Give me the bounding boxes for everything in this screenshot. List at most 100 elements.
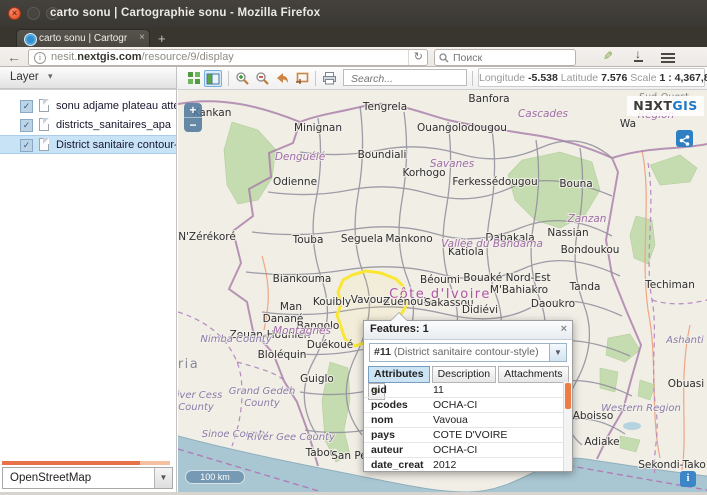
layer-checkbox[interactable]: ✓ [20,119,33,132]
quill-new-icon[interactable]: ✎ [598,49,618,65]
popup-close-icon[interactable]: × [561,323,567,335]
map-label: Bouaké Nord-Est [463,272,550,284]
new-tab-button[interactable]: + [158,32,166,45]
map-label: Seguela [341,233,383,245]
map-search-box[interactable] [343,69,467,86]
chevron-down-icon[interactable]: ▼ [549,344,566,361]
map-label: Duékoué [307,339,353,351]
map-zoom-out-button[interactable]: − [184,118,202,132]
browser-window: × carto sonu | Cartographie sonu - Mozil… [0,0,707,495]
menu-button[interactable] [658,49,678,67]
extent-rect-icon [295,71,310,85]
map-label: Korhogo [402,167,445,179]
map-label: Vallée du Bandama [441,238,543,250]
map-label: Ferkessédougou [452,176,537,188]
map-label: Man [280,301,302,313]
layers-scrollbar[interactable] [2,461,170,465]
browser-search-input[interactable] [451,50,565,65]
feature-selector[interactable]: #11 (District sanitaire contour-style) ▼ [369,343,567,362]
zoom-extent-button[interactable] [293,70,311,87]
map-zoom-control: + − [184,103,202,132]
attribution-info-button[interactable]: i [680,471,696,487]
zoom-out-icon [255,71,270,86]
site-info-icon[interactable]: i [34,52,46,64]
map-label: Zanzan [567,213,607,225]
map-zoom-in-button[interactable]: + [184,103,202,118]
popup-tabs: AttributesDescriptionAttachments✎ [368,366,572,383]
map-label: Biankouma [273,273,332,285]
map-label: Tanda [569,281,601,293]
dashboard-icon-button[interactable] [184,70,202,87]
downloads-button[interactable]: ↓ [628,49,648,65]
layer-checkbox[interactable]: ✓ [20,139,33,152]
nextgis-logo[interactable]: NƎXTGIS [627,96,704,116]
map-label: Bondoukou [561,244,620,256]
zoom-out-button[interactable] [253,70,271,87]
map-label: Béoumi [420,274,460,286]
map-label: Didiévi [462,304,498,316]
map-label: Montagnes [273,325,331,337]
print-button[interactable] [320,70,338,87]
layer-checkbox[interactable]: ✓ [20,100,33,113]
map-label: Tengrela [362,101,407,113]
layer-panel-title: Layer [10,71,39,83]
zoom-in-button[interactable] [233,70,251,87]
tab-bar: carto sonu | Cartograp × + [0,27,707,47]
map-label: Boundiali [358,149,407,161]
back-arrow-icon [275,71,290,85]
table-row: pcodesOCHA-CI [364,398,563,413]
window-close-button[interactable]: × [8,7,21,20]
map-label: Ouangolodougou [417,122,507,134]
toggle-panel-button[interactable] [204,70,222,87]
tab-close-icon[interactable]: × [139,32,145,43]
map-label: Guiglo [300,373,334,385]
layer-doc-icon [39,99,49,112]
table-row: auteurOCHA-CI [364,443,563,458]
window-minimize-button[interactable] [27,7,40,20]
table-row: date_creat2012 [364,458,563,471]
feature-popup: Features: 1 × #11 (District sanitaire co… [363,320,573,472]
url-text: nesit.nextgis.com/resource/9/display [51,50,234,65]
map-label: San Pé [331,450,367,462]
basemap-select[interactable]: OpenStreetMap ▼ [2,467,173,489]
table-row: nomVavoua [364,413,563,428]
reload-button[interactable]: ↻ [408,50,423,65]
map-label: Wa [620,118,636,130]
tab-attributes[interactable]: Attributes [368,366,430,383]
layer-item-selected[interactable]: ✓ District sanitaire contour-styl [0,135,176,154]
map-label: Sekondi-Tako [638,459,706,471]
attributes-table: gid11 pcodesOCHA-CI nomVavoua paysCOTE D… [364,383,563,471]
share-icon [679,135,690,146]
coordinates-readout: Longitude -5.538 Latitude 7.576 Scale 1 … [478,68,705,87]
back-button[interactable]: ← [7,49,21,65]
back-extent-button[interactable] [273,70,291,87]
green-dots-icon [187,71,200,84]
map-container: KankanTengrelaBanforaCascadesSud-OuestRe… [178,90,707,492]
browser-tab[interactable]: carto sonu | Cartograp × [16,29,150,47]
panel-icon [206,73,220,85]
layer-panel-header[interactable]: Layer ▾ [0,67,177,89]
printer-icon [322,71,337,85]
share-button[interactable] [676,130,693,147]
map-label: Western Region [601,403,681,414]
chevron-down-icon: ▼ [154,468,172,488]
map-label: Kouibly [313,296,351,308]
tab-title: carto sonu | Cartograp [39,33,127,44]
layer-item[interactable]: ✓ districts_sanitaires_apa [0,116,176,135]
map-label: Daoukro [531,298,575,310]
browser-search-box[interactable] [434,49,576,66]
tab-description[interactable]: Description [432,366,497,383]
map-label: Touba [292,234,324,246]
lagoon [623,422,641,430]
window-title: carto sonu | Cartographie sonu - Mozilla… [50,7,320,19]
popup-scrollbar-thumb[interactable] [565,383,571,409]
layer-panel: ✓ sonu adjame plateau attecou ✓ district… [0,90,177,492]
tab-attachments[interactable]: Attachments [498,366,568,383]
popup-scrollbar[interactable] [563,382,572,471]
chevron-down-icon: ▾ [48,71,53,82]
scale-bar: 100 km [185,470,245,484]
map-label: Cascades [518,108,569,120]
layer-item[interactable]: ✓ sonu adjame plateau attecou [0,97,176,116]
url-bar[interactable]: i nesit.nextgis.com/resource/9/display ↻ [28,49,428,66]
map-search-input[interactable] [349,71,463,86]
